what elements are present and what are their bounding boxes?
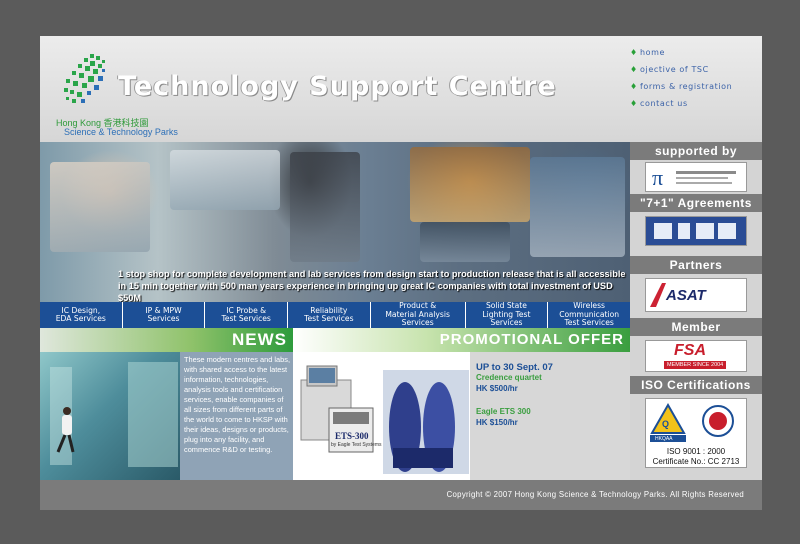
iso-certificate[interactable]: Q HKQAA ISO 9001 : 2000 Certificate No.:… xyxy=(645,398,747,468)
ets-300-equipment-icon xyxy=(300,365,469,474)
news-body: These modern centres and labs, with shar… xyxy=(184,355,290,454)
member-heading: Member xyxy=(630,318,762,336)
service-material-analysis[interactable]: Product & Material Analysis Services xyxy=(371,302,466,328)
asat-swoosh-icon xyxy=(650,283,666,307)
iso-certificate-number: Certificate No.: CC 2713 xyxy=(652,457,740,466)
page: Technology Support Centre Hong Kong 香港科技… xyxy=(40,36,762,510)
service-label: Test Services xyxy=(221,314,271,323)
supported-by-heading: supported by xyxy=(630,142,762,160)
promo-info: UP to 30 Sept. 07 Credence quartet HK $5… xyxy=(470,352,630,480)
promo-product-label: ETS-300 xyxy=(335,431,369,441)
footer: Copyright © 2007 Hong Kong Science & Tec… xyxy=(40,480,762,510)
iso-standard: ISO 9001 : 2000 xyxy=(666,447,726,456)
bullet-icon: ♦ xyxy=(630,48,638,57)
bullet-icon: ♦ xyxy=(630,65,638,74)
hero-banner: 1 stop shop for complete development and… xyxy=(40,142,630,302)
asat-logo-text: ASAT xyxy=(666,287,706,304)
news-photo-person-icon xyxy=(50,362,178,467)
hero-caption: 1 stop shop for complete development and… xyxy=(118,268,630,302)
nav-contact[interactable]: ♦ contact us xyxy=(630,95,760,112)
org-name-english: Science & Technology Parks xyxy=(64,127,178,137)
nav-label: contact us xyxy=(640,99,688,108)
promo-item2-price: HK $150/hr xyxy=(476,418,518,427)
service-label: Test Services xyxy=(564,318,614,328)
hero-photo-control-room xyxy=(420,222,510,262)
promo-item1-price: HK $500/hr xyxy=(476,384,518,393)
service-ic-probe[interactable]: IC Probe & Test Services xyxy=(205,302,289,328)
iso-heading: ISO Certifications xyxy=(630,376,762,394)
eic-logo-icon xyxy=(654,223,736,239)
fsa-logo[interactable]: FSA MEMBER SINCE 2004 xyxy=(645,340,747,372)
service-label: EDA Services xyxy=(55,314,106,323)
nav-label: forms & registration xyxy=(640,82,733,91)
nav-home[interactable]: ♦ home xyxy=(630,44,760,61)
service-solid-state-lighting[interactable]: Solid State Lighting Test Services xyxy=(466,302,549,328)
nav-forms[interactable]: ♦ forms & registration xyxy=(630,78,760,95)
hero-photo-cleanroom xyxy=(170,150,280,210)
promo-header: PROMOTIONAL OFFER xyxy=(293,328,630,352)
promo-item2-name[interactable]: Eagle ETS 300 xyxy=(476,407,531,416)
hero-photo-lab xyxy=(50,162,150,252)
asat-logo[interactable]: ASAT xyxy=(645,278,747,312)
hero-caption-line2: in 15 min together with 500 man years ex… xyxy=(118,281,613,302)
svg-text:Q: Q xyxy=(662,419,669,429)
site-title: Technology Support Centre xyxy=(118,71,557,102)
news-header: NEWS xyxy=(40,328,293,352)
service-label: Services xyxy=(401,318,434,328)
partners-heading: Partners xyxy=(630,256,762,274)
services-nav: IC Design, EDA Services IP & MPW Services … xyxy=(40,302,630,328)
itc-logo[interactable]: π xyxy=(645,162,747,192)
bullet-icon: ♦ xyxy=(630,99,638,108)
hero-photo-wafers xyxy=(410,147,530,222)
fsa-member-since: MEMBER SINCE 2004 xyxy=(664,361,727,369)
agreements-heading: "7+1" Agreements xyxy=(630,194,762,212)
header: Technology Support Centre Hong Kong 香港科技… xyxy=(40,36,762,142)
promo-date: UP to 30 Sept. 07 xyxy=(476,362,553,373)
service-label: Services xyxy=(490,318,523,328)
service-wireless[interactable]: Wireless Communication Test Services xyxy=(548,302,630,328)
tsc-logo-icon[interactable] xyxy=(60,52,108,106)
top-nav: ♦ home ♦ ojective of TSC ♦ forms & registra… xyxy=(630,44,760,112)
service-label: Services xyxy=(147,314,180,323)
bullet-icon: ♦ xyxy=(630,82,638,91)
hero-photo-office xyxy=(530,157,625,257)
fsa-logo-text: FSA xyxy=(674,342,706,359)
service-ic-design[interactable]: IC Design, EDA Services xyxy=(40,302,123,328)
service-ip-mpw[interactable]: IP & MPW Services xyxy=(123,302,206,328)
nav-label: home xyxy=(640,48,666,57)
promo-product-sub: by Eagle Test Systems xyxy=(331,442,382,448)
service-label: Test Services xyxy=(304,314,354,323)
copyright: Copyright © 2007 Hong Kong Science & Tec… xyxy=(446,490,744,499)
nav-label: ojective of TSC xyxy=(640,65,709,74)
promo-item1-name[interactable]: Credence quartet xyxy=(476,373,542,382)
news-image xyxy=(40,352,180,480)
service-reliability[interactable]: Reliability Test Services xyxy=(288,302,371,328)
hero-photo-engineers xyxy=(290,152,360,262)
news-text-box: These modern centres and labs, with shar… xyxy=(180,352,293,480)
svg-text:π: π xyxy=(652,165,663,190)
news-title: NEWS xyxy=(232,330,287,349)
eic-logo[interactable] xyxy=(645,216,747,246)
pi-logo-icon: π xyxy=(652,165,736,190)
nav-objective[interactable]: ♦ ojective of TSC xyxy=(630,61,760,78)
sidebar: supported by π "7+1" Agreements Partners… xyxy=(630,142,762,480)
promo-title: PROMOTIONAL OFFER xyxy=(439,331,624,348)
hkqaa-label: HKQAA xyxy=(655,436,673,442)
hero-caption-line1: 1 stop shop for complete development and… xyxy=(118,269,626,279)
promo-image[interactable]: ETS-300 by Eagle Test Systems xyxy=(293,352,470,480)
